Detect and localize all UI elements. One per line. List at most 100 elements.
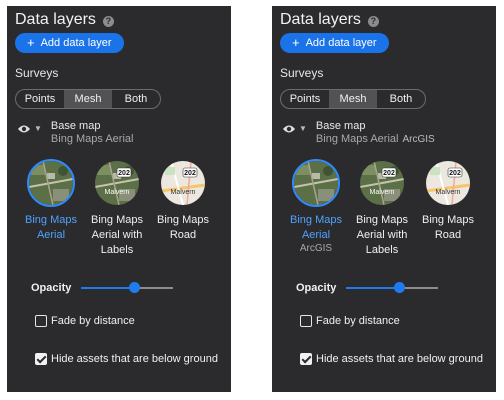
plus-icon: + [27, 35, 35, 50]
eye-icon[interactable] [282, 124, 296, 134]
hide-below-ground-row[interactable]: Hide assets that are below ground [35, 353, 218, 365]
help-icon[interactable]: ? [367, 15, 379, 27]
slider-thumb[interactable] [394, 282, 406, 293]
segment-both[interactable]: Both [377, 90, 425, 108]
hide-below-ground-row[interactable]: Hide assets that are below ground [300, 353, 483, 365]
thumbnail-route-label: 202 [184, 170, 196, 177]
bing-aerial-thumbnail[interactable] [27, 159, 75, 207]
thumbnail-route-label: 202 [449, 170, 461, 177]
eye-icon[interactable] [17, 124, 31, 134]
fade-by-distance-row[interactable]: Fade by distance [35, 315, 135, 327]
base-map-options: Bing Maps Aerial ArcGIS 202 Malvern Bing … [283, 159, 481, 258]
panel-title: Data layers [280, 11, 361, 28]
map-option-bing-road[interactable]: 202 Malvern Bing Maps Road [415, 159, 481, 258]
map-option-label-line: Labels [100, 244, 134, 256]
segment-mesh[interactable]: Mesh [329, 90, 377, 108]
opacity-label: Opacity [31, 282, 72, 294]
map-option-label-line: Bing Maps [25, 214, 77, 226]
surveys-label: Surveys [15, 66, 59, 80]
map-option-label: Bing Maps Aerial [18, 213, 84, 243]
panel-header: Data layers ? [15, 11, 114, 29]
map-option-bing-aerial-labels[interactable]: 202 Malvern Bing Maps Aerial with Labels [349, 159, 415, 258]
base-map-value: Bing Maps Aerial [50, 133, 134, 145]
help-icon[interactable]: ? [102, 15, 114, 27]
survey-mode-toggle: Points Mesh Both [280, 89, 426, 109]
map-option-label-line: Bing Maps [356, 214, 408, 226]
map-option-bing-aerial[interactable]: Bing Maps Aerial [18, 159, 84, 258]
hide-below-ground-checkbox[interactable] [300, 353, 312, 365]
data-layers-panel: Data layers ? + Add data layer Surveys P… [272, 6, 496, 392]
map-option-bing-aerial[interactable]: Bing Maps Aerial ArcGIS [283, 159, 349, 258]
map-option-label: Bing Maps Road [150, 213, 216, 243]
segment-points[interactable]: Points [281, 90, 329, 108]
opacity-label: Opacity [296, 282, 337, 294]
add-data-layer-button[interactable]: + Add data layer [15, 33, 124, 53]
map-option-label-line: Bing Maps [290, 214, 342, 226]
thumbnail-place-label: Malvern [105, 189, 130, 196]
fade-by-distance-label: Fade by distance [51, 315, 135, 327]
bing-aerial-thumbnail[interactable] [292, 159, 340, 207]
thumbnail-place-label: Malvern [436, 189, 461, 196]
surveys-label: Surveys [280, 66, 324, 80]
base-map-title: Base map [50, 120, 101, 132]
base-map-row[interactable]: ▼ Base map Bing Maps Aerial ArcGIS [282, 120, 435, 146]
map-option-label-line: Bing Maps [422, 214, 474, 226]
thumbnail-route-label: 202 [383, 170, 395, 177]
thumbnail-place-label: Malvern [370, 189, 395, 196]
chevron-down-icon[interactable]: ▼ [34, 124, 42, 146]
bing-road-thumbnail[interactable]: 202 Malvern [424, 159, 472, 207]
opacity-slider[interactable] [346, 282, 438, 293]
map-option-label: Bing Maps Aerial [283, 213, 349, 243]
map-option-label-line: Bing Maps [157, 214, 209, 226]
map-option-label: Bing Maps Aerial with Labels [84, 213, 150, 258]
panel-header: Data layers ? [280, 11, 379, 29]
map-option-label: Bing Maps Aerial with Labels [349, 213, 415, 258]
add-data-layer-button[interactable]: + Add data layer [280, 33, 389, 53]
fade-by-distance-label: Fade by distance [316, 315, 400, 327]
map-option-label: Bing Maps Road [415, 213, 481, 243]
slider-thumb[interactable] [129, 282, 141, 293]
base-map-title: Base map [315, 120, 366, 132]
slider-fill [81, 287, 135, 289]
opacity-slider[interactable] [81, 282, 173, 293]
map-option-label-line: Road [434, 229, 462, 241]
add-data-layer-label: Add data layer [40, 37, 112, 49]
map-option-label-line: Bing Maps [91, 214, 143, 226]
fade-by-distance-checkbox[interactable] [35, 315, 47, 327]
bing-road-thumbnail[interactable]: 202 Malvern [159, 159, 207, 207]
panel-title: Data layers [15, 11, 96, 28]
base-map-info: Base map Bing Maps Aerial [51, 120, 138, 146]
data-layers-panel: Data layers ? + Add data layer Surveys P… [7, 6, 231, 392]
fade-by-distance-row[interactable]: Fade by distance [300, 315, 400, 327]
map-option-bing-road[interactable]: 202 Malvern Bing Maps Road [150, 159, 216, 258]
base-map-options: Bing Maps Aerial 202 Malvern Bing Maps Ae… [18, 159, 216, 258]
opacity-row: Opacity [296, 282, 438, 294]
fade-by-distance-checkbox[interactable] [300, 315, 312, 327]
map-option-label-line: Labels [365, 244, 399, 256]
base-map-value-line: Bing Maps Aerial ArcGIS [316, 133, 435, 146]
map-option-label-line: Road [169, 229, 197, 241]
map-option-label-line: Aerial [36, 229, 66, 241]
bing-aerial-labels-thumbnail[interactable]: 202 Malvern [93, 159, 141, 207]
base-map-value: Bing Maps Aerial [315, 133, 399, 145]
map-option-label-line: Aerial [301, 229, 331, 241]
map-option-bing-aerial-labels[interactable]: 202 Malvern Bing Maps Aerial with Labels [84, 159, 150, 258]
chevron-down-icon[interactable]: ▼ [299, 124, 307, 146]
opacity-row: Opacity [31, 282, 173, 294]
map-option-label-line: Aerial with [356, 229, 408, 241]
hide-below-ground-label: Hide assets that are below ground [51, 353, 218, 365]
segment-both[interactable]: Both [112, 90, 160, 108]
segment-points[interactable]: Points [16, 90, 64, 108]
bing-aerial-labels-thumbnail[interactable]: 202 Malvern [358, 159, 406, 207]
thumbnail-route-label: 202 [118, 170, 130, 177]
thumbnail-place-label: Malvern [171, 189, 196, 196]
slider-fill [346, 287, 400, 289]
base-map-value-line: Bing Maps Aerial [51, 133, 138, 146]
map-option-source: ArcGIS [299, 243, 333, 254]
base-map-info: Base map Bing Maps Aerial ArcGIS [316, 120, 435, 146]
base-map-source: ArcGIS [402, 134, 435, 145]
hide-below-ground-checkbox[interactable] [35, 353, 47, 365]
base-map-row[interactable]: ▼ Base map Bing Maps Aerial [17, 120, 137, 146]
segment-mesh[interactable]: Mesh [64, 90, 112, 108]
map-option-label-line: Aerial with [91, 229, 143, 241]
